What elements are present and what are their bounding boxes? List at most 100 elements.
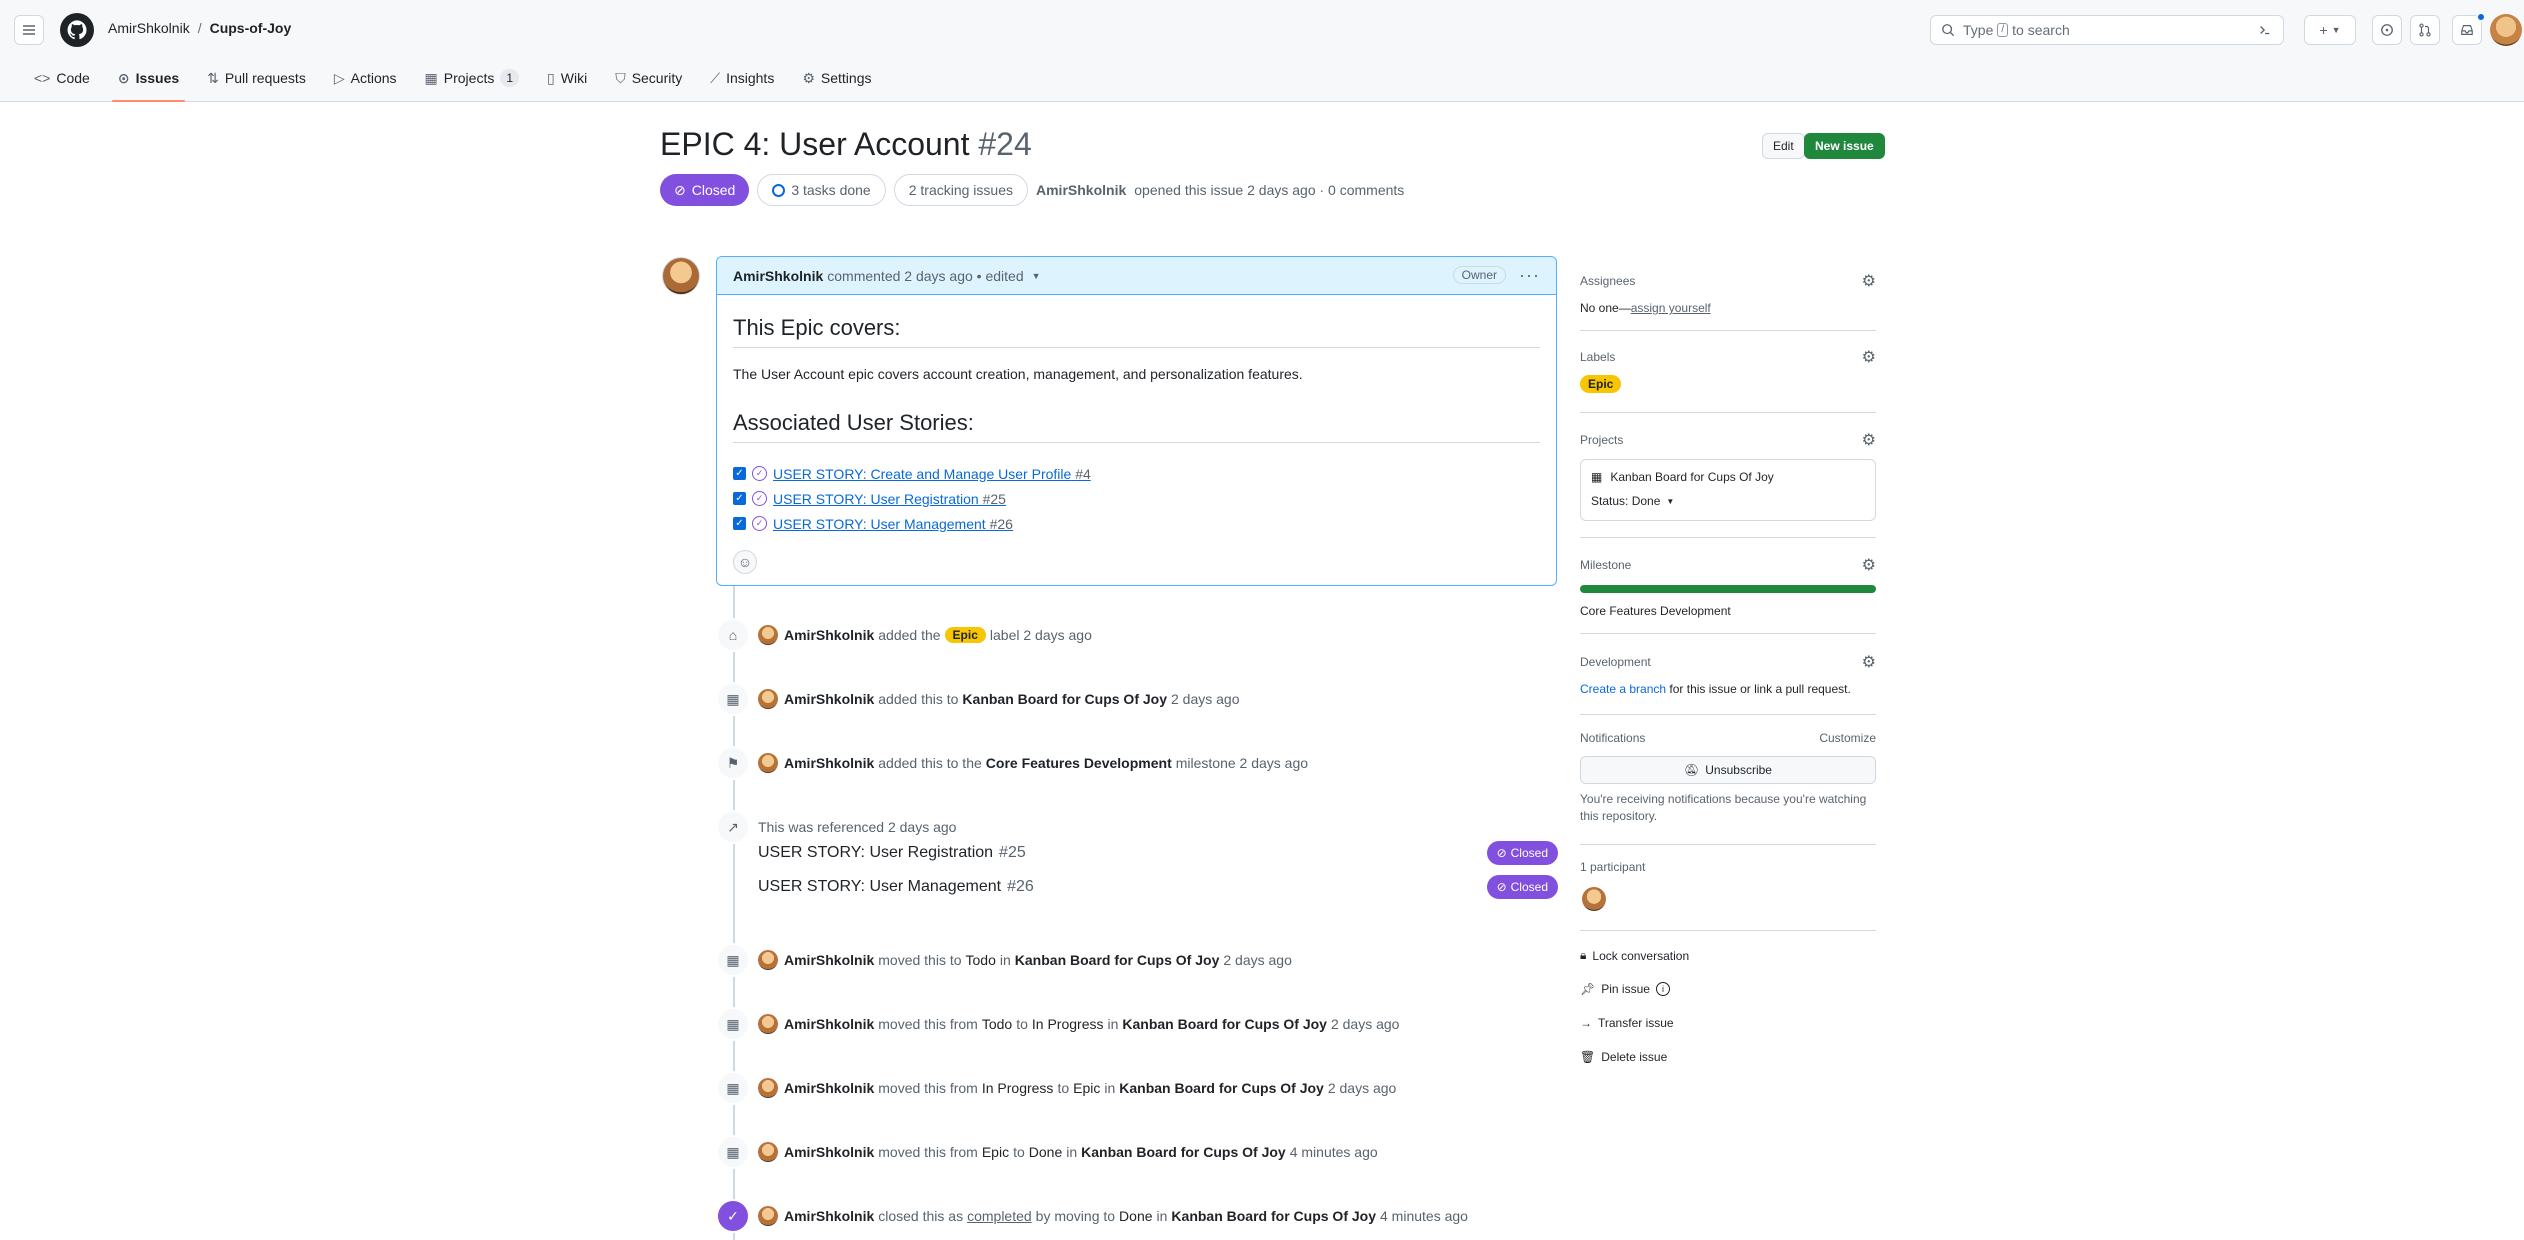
event-author[interactable]: AmirShkolnik	[784, 627, 874, 643]
milestone-name-link[interactable]: Core Features Development	[1580, 604, 1876, 618]
tab-insights-label: Insights	[726, 70, 775, 86]
event-text: by moving to	[1035, 1208, 1116, 1224]
pull-request-icon	[2419, 23, 2431, 37]
event-author[interactable]: AmirShkolnik	[784, 691, 874, 707]
tab-issues[interactable]: ⊙ Issues	[104, 64, 193, 102]
add-reaction-button[interactable]: ☺	[733, 550, 757, 574]
event-author[interactable]: AmirShkolnik	[784, 1144, 874, 1160]
arrow-right-icon: →	[1580, 1016, 1592, 1030]
chevron-down-icon[interactable]: ▼	[1032, 271, 1041, 281]
epic-label-badge[interactable]: Epic	[944, 627, 986, 643]
task-link[interactable]: USER STORY: User Registration #25	[773, 491, 1006, 507]
tab-insights[interactable]: ⟋ Insights	[696, 64, 788, 92]
event-author[interactable]: AmirShkolnik	[784, 755, 874, 771]
tab-wiki[interactable]: ▯ Wiki	[533, 64, 601, 92]
participant-avatar[interactable]	[1582, 887, 1606, 911]
task-checkbox[interactable]: ✓	[733, 467, 746, 480]
tab-security-label: Security	[631, 70, 683, 86]
gear-icon[interactable]: ⚙	[1862, 347, 1876, 367]
github-logo-icon[interactable]	[60, 13, 94, 47]
epic-label-badge[interactable]: Epic	[1580, 375, 1622, 393]
issues-shortcut-button[interactable]	[2372, 15, 2402, 45]
avatar[interactable]	[758, 1014, 778, 1034]
avatar[interactable]	[758, 689, 778, 709]
reference-title[interactable]: USER STORY: User Registration	[758, 844, 993, 862]
breadcrumb-owner[interactable]: AmirShkolnik	[108, 20, 190, 36]
gear-icon[interactable]: ⚙	[1862, 555, 1876, 575]
event-time: milestone 2 days ago	[1175, 755, 1309, 771]
pull-requests-shortcut-button[interactable]	[2410, 15, 2440, 45]
comment-meta[interactable]: commented 2 days ago • edited	[827, 268, 1023, 284]
avatar[interactable]	[758, 1206, 778, 1226]
task-checkbox[interactable]: ✓	[733, 492, 746, 505]
task-checkbox[interactable]: ✓	[733, 517, 746, 530]
kebab-menu-icon[interactable]: ···	[1519, 265, 1540, 286]
gear-icon[interactable]: ⚙	[1862, 430, 1876, 450]
project-link[interactable]: Kanban Board for Cups Of Joy	[962, 691, 1167, 707]
tab-code[interactable]: <> Code	[20, 64, 104, 92]
command-palette-button[interactable]	[2250, 15, 2280, 45]
delete-issue-button[interactable]: 🗑︎ Delete issue	[1580, 1050, 1667, 1064]
project-link[interactable]: Kanban Board for Cups Of Joy	[1171, 1208, 1376, 1224]
project-link[interactable]: Kanban Board for Cups Of Joy	[1015, 952, 1220, 968]
customize-link[interactable]: Customize	[1819, 731, 1876, 745]
issue-author-link[interactable]: AmirShkolnik	[1036, 182, 1126, 198]
sidebar-divider	[1580, 412, 1876, 413]
completed-link[interactable]: completed	[967, 1208, 1032, 1224]
gear-icon[interactable]: ⚙	[1862, 271, 1876, 291]
avatar[interactable]	[758, 753, 778, 773]
edit-title-button[interactable]: Edit	[1762, 133, 1805, 159]
tab-pull-requests[interactable]: ⇅ Pull requests	[193, 64, 320, 92]
project-status-dropdown[interactable]: Status: Done ▼	[1591, 494, 1865, 508]
search-input[interactable]: Type / to search	[1930, 15, 2284, 45]
tab-settings[interactable]: ⚙ Settings	[788, 64, 885, 92]
reference-number: #25	[999, 844, 1026, 861]
info-icon[interactable]: i	[1655, 982, 1670, 996]
new-issue-button[interactable]: New issue	[1804, 133, 1885, 159]
project-link[interactable]: Kanban Board for Cups Of Joy	[1081, 1144, 1286, 1160]
assign-yourself-link[interactable]: assign yourself	[1631, 301, 1711, 315]
hamburger-menu-button[interactable]	[14, 15, 44, 45]
status-name: Epic	[1073, 1080, 1101, 1096]
comment-author-avatar[interactable]	[662, 257, 700, 295]
task-link[interactable]: USER STORY: Create and Manage User Profi…	[773, 466, 1091, 482]
comment-author-link[interactable]: AmirShkolnik	[733, 268, 823, 284]
user-avatar[interactable]	[2490, 14, 2522, 46]
issue-title: EPIC 4: User Account #24	[660, 126, 1032, 163]
tab-actions[interactable]: ▷ Actions	[320, 64, 411, 92]
task-number: #26	[989, 515, 1013, 532]
event-author[interactable]: AmirShkolnik	[784, 1016, 874, 1032]
avatar[interactable]	[758, 625, 778, 645]
transfer-issue-button[interactable]: → Transfer issue	[1580, 1016, 1674, 1030]
gear-icon[interactable]: ⚙	[1862, 652, 1876, 672]
avatar[interactable]	[758, 950, 778, 970]
milestone-link[interactable]: Core Features Development	[986, 755, 1172, 771]
milestone-progress-bar	[1580, 585, 1876, 593]
breadcrumb-repo[interactable]: Cups-of-Joy	[210, 20, 292, 36]
reference-title[interactable]: USER STORY: User Management	[758, 878, 1001, 896]
create-new-button[interactable]: + ▼	[2304, 15, 2356, 45]
project-name-link[interactable]: Kanban Board for Cups Of Joy	[1610, 470, 1773, 484]
pin-issue-button[interactable]: 📌︎ Pin issue i	[1580, 982, 1670, 996]
create-branch-link[interactable]: Create a branch	[1580, 682, 1666, 696]
reference-item[interactable]: USER STORY: User Management #26 ⊘ Closed	[758, 875, 1558, 899]
tab-security[interactable]: ⛉ Security	[601, 64, 696, 92]
check-circle-icon: ⊘	[1496, 846, 1507, 860]
task-list-item: ✓ ✓ USER STORY: User Management #26	[733, 511, 1540, 536]
tracking-issues-pill[interactable]: 2 tracking issues	[893, 174, 1028, 206]
event-author[interactable]: AmirShkolnik	[784, 952, 874, 968]
event-author[interactable]: AmirShkolnik	[784, 1208, 874, 1224]
lock-conversation-button[interactable]: 🔒︎ Lock conversation	[1580, 948, 1689, 963]
reference-item[interactable]: USER STORY: User Registration #25 ⊘ Close…	[758, 841, 1558, 865]
comment-body: This Epic covers: The User Account epic …	[717, 295, 1556, 590]
project-link[interactable]: Kanban Board for Cups Of Joy	[1119, 1080, 1324, 1096]
task-link[interactable]: USER STORY: User Management #26	[773, 516, 1013, 532]
tasks-done-pill[interactable]: 3 tasks done	[757, 174, 886, 206]
avatar[interactable]	[758, 1142, 778, 1162]
avatar[interactable]	[758, 1078, 778, 1098]
project-link[interactable]: Kanban Board for Cups Of Joy	[1122, 1016, 1327, 1032]
table-icon: ▦	[716, 943, 750, 977]
event-author[interactable]: AmirShkolnik	[784, 1080, 874, 1096]
tab-projects[interactable]: ▦ Projects 1	[411, 64, 534, 92]
unsubscribe-button[interactable]: 🔕︎ Unsubscribe	[1580, 756, 1876, 784]
